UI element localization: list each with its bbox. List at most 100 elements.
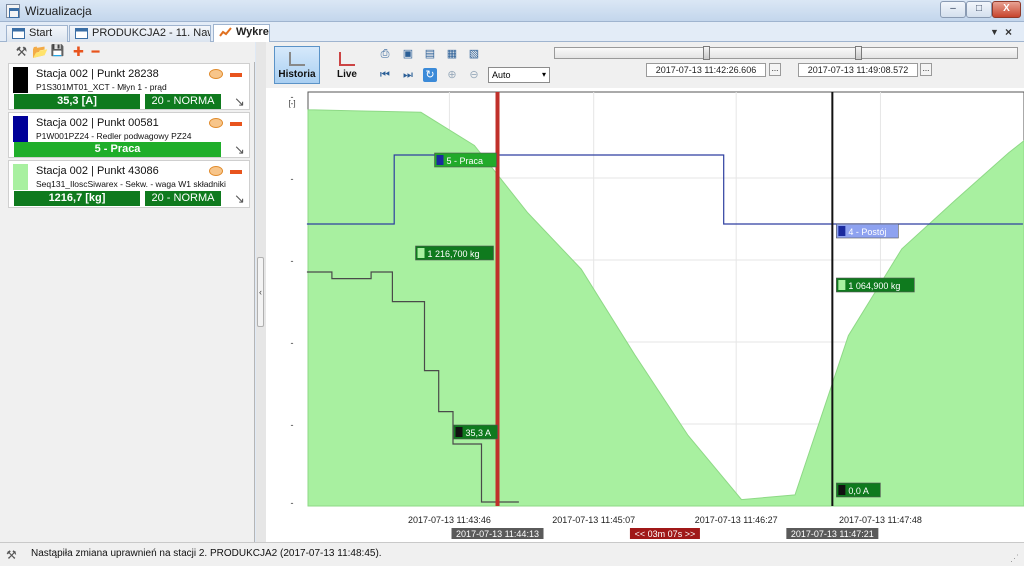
zoom-out-icon[interactable]: ⊖ <box>467 68 481 82</box>
window-icon <box>75 28 88 39</box>
range-end-picker-button[interactable]: ... <box>920 63 932 76</box>
close-tab-icon[interactable]: × <box>1005 25 1012 39</box>
channel-subtitle: P1S301MT01_XCT - Młyn 1 - prąd <box>36 82 167 92</box>
live-label: Live <box>336 69 357 80</box>
save-icon[interactable]: 💾 <box>50 44 65 59</box>
x-tick-label: 2017-07-13 11:43:46 <box>408 515 491 525</box>
minimize-button[interactable]: – <box>940 1 966 18</box>
app-icon <box>6 4 20 18</box>
rewind-icon[interactable]: ⏮ <box>378 68 392 82</box>
fast-forward-icon[interactable]: ⏭ <box>401 68 415 82</box>
range-start-picker-button[interactable]: ... <box>769 63 781 76</box>
tab-wykresy-label: Wykresy <box>236 26 269 38</box>
open-folder-icon[interactable]: 📂 <box>32 44 48 59</box>
collapse-panel-icon[interactable]: ‹ <box>257 257 264 327</box>
refresh-icon[interactable]: ↻ <box>423 68 437 82</box>
visibility-eye-icon[interactable] <box>209 118 223 128</box>
channel-color-swatch <box>13 116 28 142</box>
cursor-time-label: 2017-07-13 11:44:13 <box>456 529 539 539</box>
historia-button[interactable]: Historia <box>274 46 320 84</box>
panel-splitter[interactable]: ‹ <box>256 42 266 542</box>
zoom-mode-value: Auto <box>492 70 511 80</box>
range-start-field[interactable]: 2017-07-13 11:42:26.606 <box>646 63 766 77</box>
cursor-value-swatch <box>417 248 425 258</box>
chart-icon <box>219 27 232 37</box>
channel-color-swatch <box>13 164 28 190</box>
table-view-icon[interactable]: ▧ <box>467 47 481 61</box>
y-tick-label: - <box>291 174 294 184</box>
cursor-delta-label: << 03m 07s >> <box>635 529 696 539</box>
range-end-field[interactable]: 2017-07-13 11:49:08.572 <box>798 63 918 77</box>
chart-settings-icon[interactable]: ▦ <box>445 47 459 61</box>
channel-subtitle: Seq131_IloscSiwarex - Sekw. - waga W1 sk… <box>36 179 226 189</box>
time-range-slider[interactable] <box>554 46 1018 60</box>
y-tick-label: - <box>291 498 294 508</box>
settings-icon[interactable]: ⚒ <box>14 44 29 59</box>
range-start-handle[interactable] <box>703 46 710 60</box>
print-icon[interactable]: ⎙ <box>378 47 392 61</box>
channel-color-swatch <box>13 67 28 93</box>
goto-arrow-icon[interactable]: ↘ <box>234 95 247 108</box>
cursor-value-label: 4 - Postój <box>848 227 886 237</box>
window-title: Wizualizacja <box>25 4 92 18</box>
trend-chart[interactable]: ------[-]2017-07-13 11:43:46 2017-07-13 1… <box>266 88 1024 542</box>
cursor-value-swatch <box>436 155 444 165</box>
remove-channel-icon[interactable]: ━ <box>88 44 103 59</box>
status-bar: ⚒ Nastąpiła zmiana uprawnień na stacji 2… <box>0 542 1024 566</box>
history-chart-icon <box>289 52 305 66</box>
visibility-eye-icon[interactable] <box>209 69 223 79</box>
status-message: Nastąpiła zmiana uprawnień na stacji 2. … <box>31 548 382 559</box>
resize-grip-icon[interactable]: ⋰ <box>1010 553 1019 564</box>
range-end-handle[interactable] <box>855 46 862 60</box>
remove-channel-icon[interactable] <box>230 73 242 77</box>
tab-start[interactable]: Start <box>6 25 68 42</box>
x-tick-label: 2017-07-13 11:46:27 <box>695 515 778 525</box>
tab-produkcja2-label: PRODUKCJA2 - 11. Naważani... <box>92 27 210 39</box>
cursor-value-swatch <box>838 485 846 495</box>
channel-title: Stacja 002 | Punkt 00581 <box>36 117 159 129</box>
tab-produkcja2[interactable]: PRODUKCJA2 - 11. Naważani... <box>69 25 211 42</box>
window-icon <box>12 28 25 39</box>
goto-arrow-icon[interactable]: ↘ <box>234 143 247 156</box>
y-axis-label: [-] <box>288 99 295 108</box>
tab-start-label: Start <box>29 27 53 39</box>
save-image-icon[interactable]: ▣ <box>401 47 415 61</box>
live-button[interactable]: Live <box>324 46 370 84</box>
zoom-mode-select[interactable]: Auto ▾ <box>488 67 550 83</box>
remove-channel-icon[interactable] <box>230 122 242 126</box>
cursor-value-swatch <box>455 427 463 437</box>
cursor-value-label: 35,3 A <box>466 428 492 438</box>
channel-subtitle: P1W001PZ24 - Redler podwagowy PZ24 <box>36 131 192 141</box>
x-tick-label: 2017-07-13 11:45:07 <box>552 515 635 525</box>
zoom-in-icon[interactable]: ⊕ <box>445 68 459 82</box>
remove-channel-icon[interactable] <box>230 170 242 174</box>
channel-card-00581[interactable]: Stacja 002 | Punkt 00581 P1W001PZ24 - Re… <box>8 112 250 158</box>
channel-panel: ⚒ 📂 💾 ✚ ━ Stacja 002 | Punkt 28238 P1S30… <box>0 42 255 542</box>
cursor-value-label: 0,0 A <box>848 486 869 496</box>
chart-panel: Historia Live ⎙ ▣ ▤ ▦ ▧ ⏮ ⏭ ↻ ⊕ ⊖ Auto ▾ <box>266 42 1024 542</box>
cursor-value-label: 5 - Praca <box>447 156 484 166</box>
permissions-icon: ⚒ <box>6 548 17 562</box>
add-channel-icon[interactable]: ✚ <box>71 44 86 59</box>
channel-card-28238[interactable]: Stacja 002 | Punkt 28238 P1S301MT01_XCT … <box>8 63 250 110</box>
chart-toolbar: Historia Live ⎙ ▣ ▤ ▦ ▧ ⏮ ⏭ ↻ ⊕ ⊖ Auto ▾ <box>266 42 1024 88</box>
y-tick-label: - <box>291 256 294 266</box>
channel-toolbar: ⚒ 📂 💾 ✚ ━ <box>0 42 255 62</box>
channel-value: 1216,7 [kg] <box>14 191 140 206</box>
document-tabs: Start PRODUKCJA2 - 11. Naważani... Wykre… <box>0 22 1024 42</box>
export-icon[interactable]: ▤ <box>423 47 437 61</box>
cursor-value-label: 1 064,900 kg <box>848 281 900 291</box>
visibility-eye-icon[interactable] <box>209 166 223 176</box>
title-bar: Wizualizacja – □ X <box>0 0 1024 22</box>
application-window: Wizualizacja – □ X Start PRODUKCJA2 - 11… <box>0 0 1024 566</box>
channel-status: 5 - Praca <box>14 142 221 157</box>
goto-arrow-icon[interactable]: ↘ <box>234 192 247 205</box>
channel-status: 20 - NORMA <box>145 94 221 109</box>
tab-list-chevron-down-icon[interactable]: ▼ <box>990 27 999 37</box>
channel-value: 35,3 [A] <box>14 94 140 109</box>
chevron-down-icon: ▾ <box>541 70 546 79</box>
close-window-button[interactable]: X <box>992 1 1021 18</box>
maximize-button[interactable]: □ <box>966 1 992 18</box>
tab-wykresy[interactable]: Wykresy <box>213 24 270 42</box>
channel-card-43086[interactable]: Stacja 002 | Punkt 43086 Seq131_IloscSiw… <box>8 160 250 208</box>
